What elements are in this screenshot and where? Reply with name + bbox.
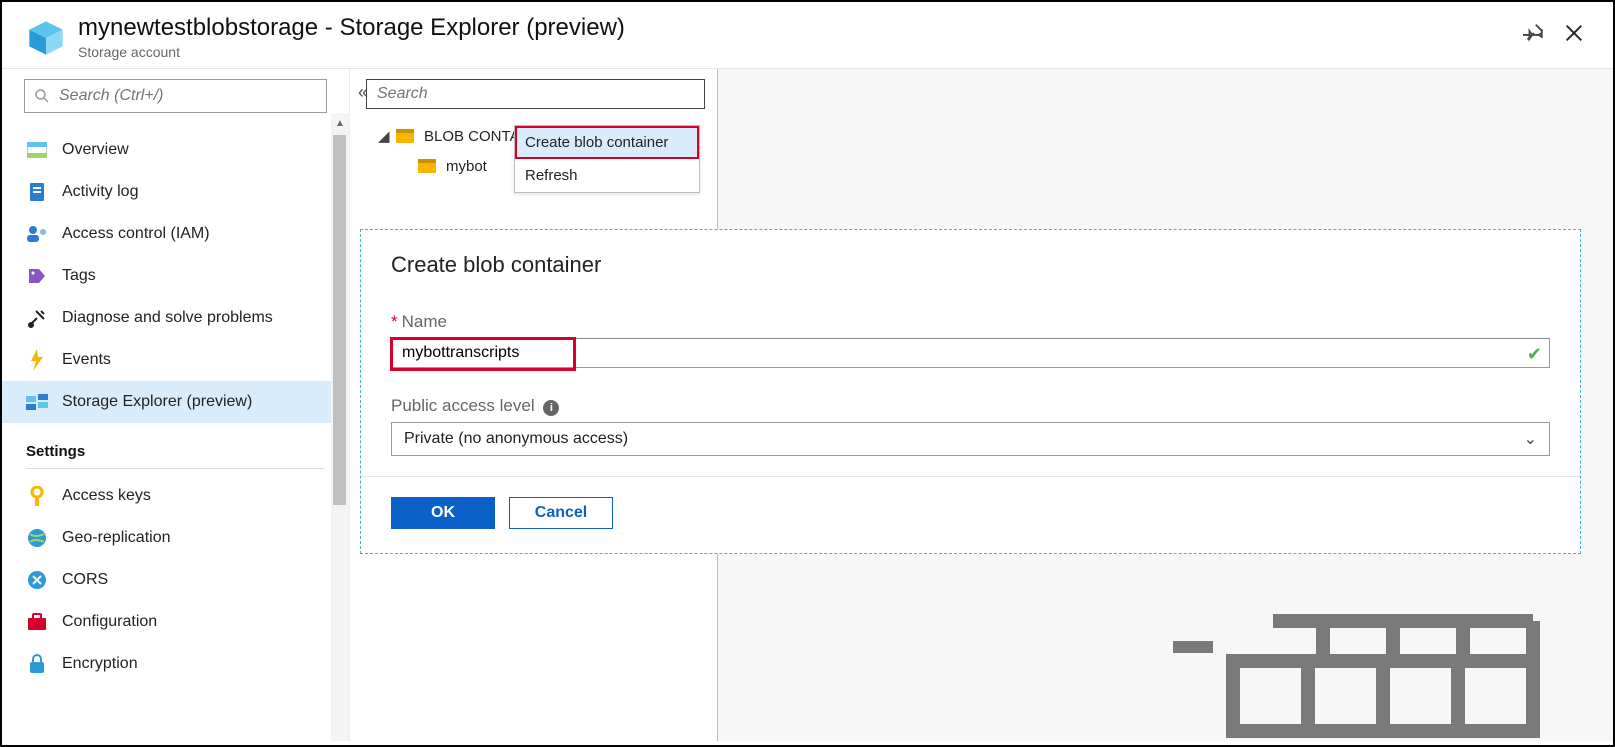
container-group-icon	[396, 128, 416, 144]
nav-label: Configuration	[62, 613, 157, 631]
nav-label: Access control (IAM)	[62, 225, 210, 243]
explorer-search-input[interactable]	[375, 84, 696, 104]
chevron-down-icon: ⌄	[1524, 429, 1537, 449]
close-icon[interactable]	[1563, 22, 1585, 49]
nav-label: Geo-replication	[62, 529, 171, 547]
nav-encryption[interactable]: Encryption	[2, 643, 349, 685]
nav-label: CORS	[62, 571, 108, 589]
scroll-up-icon[interactable]: ▲	[331, 113, 349, 133]
sidebar: Overview Activity log Access control (IA…	[2, 69, 350, 741]
nav-access-keys[interactable]: Access keys	[2, 475, 349, 517]
sidebar-scrollbar[interactable]: ▲	[331, 113, 349, 741]
access-level-label: Public access level i	[391, 396, 1550, 416]
nav-events[interactable]: Events	[2, 339, 349, 381]
valid-check-icon: ✔	[1527, 344, 1542, 365]
create-blob-container-dialog: Create blob container *Name ✔ Public acc…	[360, 229, 1581, 554]
dialog-divider	[361, 476, 1580, 477]
container-icon	[418, 158, 438, 174]
key-icon	[26, 486, 48, 506]
iam-icon	[26, 225, 48, 243]
container-name-input[interactable]	[391, 338, 1550, 368]
nav-storage-explorer[interactable]: Storage Explorer (preview)	[2, 381, 349, 423]
divider	[26, 468, 325, 469]
storage-cube-icon	[26, 18, 66, 58]
nav-overview[interactable]: Overview	[2, 129, 349, 171]
nav-activity-log[interactable]: Activity log	[2, 171, 349, 213]
select-value: Private (no anonymous access)	[404, 430, 628, 448]
nav-label: Events	[62, 351, 111, 369]
scroll-thumb[interactable]	[333, 135, 346, 505]
cancel-button[interactable]: Cancel	[509, 497, 613, 529]
nav-label: Activity log	[62, 183, 138, 201]
nav-label: Storage Explorer (preview)	[62, 393, 252, 411]
storage-explorer-icon	[26, 394, 48, 410]
info-icon[interactable]: i	[543, 400, 559, 416]
required-asterisk: *	[391, 312, 398, 331]
ok-button[interactable]: OK	[391, 497, 495, 529]
nav-tags[interactable]: Tags	[2, 255, 349, 297]
lock-icon	[26, 654, 48, 674]
pin-icon[interactable]	[1523, 22, 1545, 49]
explorer-search[interactable]	[366, 79, 705, 109]
settings-heading: Settings	[2, 423, 349, 466]
context-menu: Create blob container Refresh	[514, 125, 700, 193]
empty-state-graphic	[1173, 541, 1573, 741]
nav-geo-replication[interactable]: Geo-replication	[2, 517, 349, 559]
access-level-select[interactable]: Private (no anonymous access) ⌄	[391, 422, 1550, 456]
nav-cors[interactable]: CORS	[2, 559, 349, 601]
caret-down-icon: ◢	[378, 127, 392, 145]
nav-label: Overview	[62, 141, 129, 159]
page-subtitle: Storage account	[78, 44, 1523, 60]
tag-icon	[26, 267, 48, 285]
blade-header: mynewtestblobstorage - Storage Explorer …	[2, 2, 1613, 68]
nav-label: Tags	[62, 267, 96, 285]
menu-create-blob-container[interactable]: Create blob container	[515, 126, 699, 159]
diagnose-icon	[26, 308, 48, 328]
globe-icon	[26, 528, 48, 548]
briefcase-icon	[26, 613, 48, 631]
sidebar-search-input[interactable]	[57, 86, 318, 106]
nav-access-control[interactable]: Access control (IAM)	[2, 213, 349, 255]
page-title: mynewtestblobstorage - Storage Explorer …	[78, 14, 1523, 42]
nav-configuration[interactable]: Configuration	[2, 601, 349, 643]
activity-log-icon	[26, 182, 48, 202]
cors-icon	[26, 570, 48, 590]
tree-label: mybot	[446, 158, 487, 175]
overview-icon	[26, 142, 48, 158]
sidebar-search[interactable]	[24, 79, 327, 113]
nav-label: Diagnose and solve problems	[62, 309, 273, 327]
nav-label: Encryption	[62, 655, 138, 673]
menu-refresh[interactable]: Refresh	[515, 159, 699, 192]
name-field-label: *Name	[391, 312, 1550, 332]
dialog-title: Create blob container	[391, 252, 1550, 278]
nav-label: Access keys	[62, 487, 151, 505]
events-icon	[26, 349, 48, 371]
nav-diagnose[interactable]: Diagnose and solve problems	[2, 297, 349, 339]
search-icon	[33, 87, 51, 105]
